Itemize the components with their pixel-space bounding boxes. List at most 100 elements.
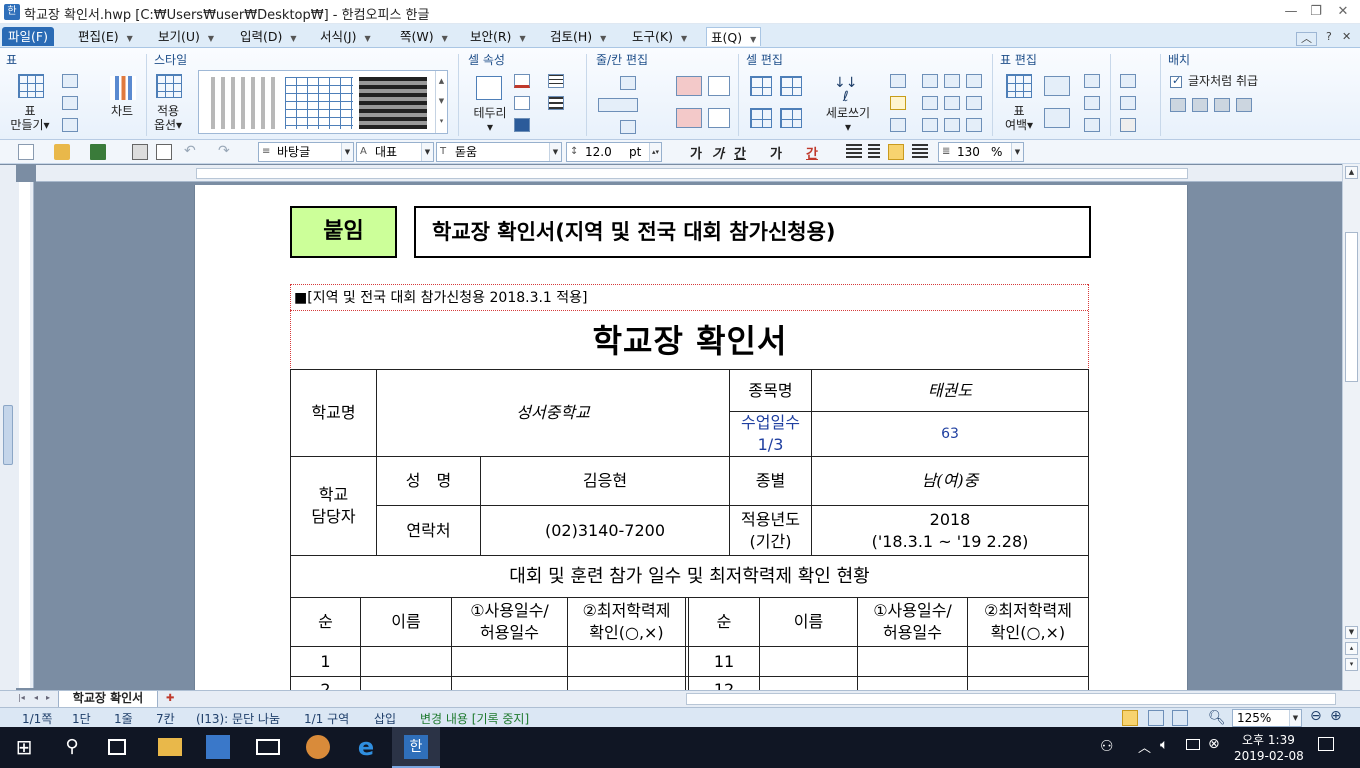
strike-button[interactable]: 가	[770, 143, 782, 162]
align-bottom-icon[interactable]	[890, 118, 906, 132]
line-color-icon[interactable]	[514, 74, 530, 88]
tab-next-icon[interactable]: ▸	[46, 693, 50, 702]
next-page-icon[interactable]: ▾	[1345, 658, 1358, 671]
tab-document[interactable]: 학교장 확인서	[58, 691, 158, 708]
class-days-value[interactable]: 63	[812, 412, 1088, 456]
save-icon[interactable]	[90, 144, 106, 160]
store-icon[interactable]	[206, 735, 230, 759]
volume-icon[interactable]: 🔈︎	[1160, 737, 1168, 753]
cell-shade-icon[interactable]	[514, 118, 530, 132]
delete-col-icon[interactable]	[676, 108, 702, 128]
table-style-thumb-1[interactable]	[211, 77, 279, 129]
table-resize-icon[interactable]	[1044, 76, 1070, 96]
check-icon[interactable]	[1120, 118, 1136, 132]
internet-explorer-icon[interactable]: e	[354, 735, 378, 759]
line-type-icon[interactable]	[548, 74, 564, 88]
insert-row-above-icon[interactable]	[620, 76, 636, 90]
horizontal-ruler[interactable]	[36, 165, 1342, 182]
status-insert-mode[interactable]: 삽입	[374, 710, 396, 727]
align-mr-icon[interactable]	[966, 96, 982, 110]
treat-as-char-label[interactable]: 글자처럼 취급	[1188, 74, 1258, 88]
vertical-scrollbar[interactable]: ▲ ▼ ▴ ▾	[1342, 164, 1360, 690]
people-icon[interactable]: ⚇	[1100, 737, 1113, 755]
clock-time[interactable]: 오후 1:39	[1242, 731, 1295, 748]
menu-view[interactable]: 보기(U) ▼	[158, 27, 214, 46]
language-combo[interactable]: A 대표 ▼	[356, 142, 434, 162]
line-spacing-dropdown-icon[interactable]: ▼	[1011, 143, 1023, 161]
vertical-ruler[interactable]	[16, 182, 34, 688]
name-value[interactable]: 김응현	[481, 457, 729, 505]
menu-insert[interactable]: 입력(D) ▼	[240, 27, 297, 46]
border-icon[interactable]	[476, 76, 502, 100]
clock-date[interactable]: 2019-02-08	[1234, 749, 1304, 763]
align-bc-icon[interactable]	[944, 118, 960, 132]
view-page-icon[interactable]	[1122, 710, 1138, 726]
align-right-icon[interactable]	[912, 144, 928, 160]
menu-security-dropdown-icon[interactable]: ▼	[519, 34, 525, 43]
new-tab-icon[interactable]: ✚	[166, 693, 174, 704]
table-style-thumb-3[interactable]	[359, 77, 427, 129]
undo-icon[interactable]: ↶	[184, 144, 200, 160]
align-tr-icon[interactable]	[966, 74, 982, 88]
menu-format-dropdown-icon[interactable]: ▼	[364, 34, 370, 43]
font-dropdown-icon[interactable]: ▼	[549, 143, 561, 161]
menu-table[interactable]: 표(Q) ▼	[706, 27, 762, 46]
font-size-input[interactable]: ↕ 12.0 pt ▴▾	[566, 142, 662, 162]
underline-button[interactable]: 간	[734, 143, 746, 162]
prev-page-icon[interactable]: ▴	[1345, 642, 1358, 655]
new-document-icon[interactable]	[18, 144, 34, 160]
sport-value[interactable]: 태권도	[812, 370, 1088, 411]
zoom-dropdown-icon[interactable]: ▼	[1289, 710, 1301, 726]
align-bl-icon[interactable]	[922, 118, 938, 132]
align-justify-icon[interactable]	[846, 144, 862, 160]
horizontal-scrollbar[interactable]	[686, 693, 1336, 705]
wrap-front-icon[interactable]	[1214, 98, 1230, 112]
row-height-icon[interactable]	[708, 76, 730, 96]
search-icon[interactable]: ⚲	[60, 735, 84, 759]
border-label[interactable]: 테두리 ▾	[466, 106, 514, 134]
treat-as-char-checkbox[interactable]	[1170, 74, 1182, 88]
delete-row-icon[interactable]	[676, 76, 702, 96]
insert-col-icon[interactable]	[598, 98, 638, 112]
menu-page-dropdown-icon[interactable]: ▼	[442, 34, 448, 43]
formula-icon[interactable]	[1120, 96, 1136, 110]
ribbon-collapse-icon[interactable]: ︿	[1296, 32, 1317, 46]
make-table-label[interactable]: 표 만들기▾	[10, 104, 50, 132]
close-doc-icon[interactable]: ✕	[1342, 30, 1351, 43]
menu-page[interactable]: 쪽(W) ▼	[400, 27, 448, 46]
zoom-in-icon[interactable]: ⊕	[1330, 708, 1342, 724]
scroll-thumb[interactable]	[1345, 232, 1358, 382]
menu-table-dropdown-icon[interactable]: ▼	[750, 35, 756, 44]
align-left-icon[interactable]	[868, 144, 880, 160]
style-gallery-scroll-icon[interactable]: ▲ ▼ ▾	[435, 71, 447, 133]
line-spacing-input[interactable]: ≣ 130% ▼	[938, 142, 1024, 162]
table-row-seq[interactable]: 1	[291, 647, 360, 676]
make-table-icon[interactable]	[18, 74, 44, 98]
wrap-behind-icon[interactable]	[1236, 98, 1252, 112]
table-distribute-icon[interactable]	[1044, 108, 1070, 128]
menu-tools[interactable]: 도구(K) ▼	[632, 27, 687, 46]
insert-row-below-icon[interactable]	[620, 120, 636, 134]
align-tc-icon[interactable]	[944, 74, 960, 88]
menu-edit-dropdown-icon[interactable]: ▼	[127, 34, 133, 43]
font-color-button[interactable]: 간	[806, 143, 818, 162]
table-margin-icon[interactable]	[1006, 74, 1032, 98]
gender-value[interactable]: 남(여)중	[812, 457, 1088, 505]
cell-equal-icon[interactable]	[750, 108, 772, 128]
tab-prev-icon[interactable]: ◂	[34, 693, 38, 702]
table-style-gallery[interactable]: ▲ ▼ ▾	[198, 70, 448, 134]
task-view-icon[interactable]	[108, 739, 126, 755]
tab-first-icon[interactable]: |◂	[18, 693, 25, 702]
menu-format[interactable]: 서식(J) ▼	[320, 27, 371, 46]
school-name-value[interactable]: 성서중학교	[377, 370, 729, 456]
status-track-changes[interactable]: 변경 내용 [기록 중지]	[420, 710, 529, 727]
table-insert-icon[interactable]	[62, 118, 78, 132]
zoom-out-icon[interactable]: ⊖	[1310, 708, 1322, 724]
wrap-tight-icon[interactable]	[1192, 98, 1208, 112]
close-icon[interactable]: ✕	[1332, 2, 1354, 22]
scroll-up-icon[interactable]: ▲	[1345, 166, 1358, 179]
chart-icon[interactable]	[110, 76, 136, 100]
col-width-icon[interactable]	[708, 108, 730, 128]
apply-year-value[interactable]: 2018 ('18.3.1 ~ '19 2.28)	[812, 506, 1088, 555]
align-tl-icon[interactable]	[922, 74, 938, 88]
